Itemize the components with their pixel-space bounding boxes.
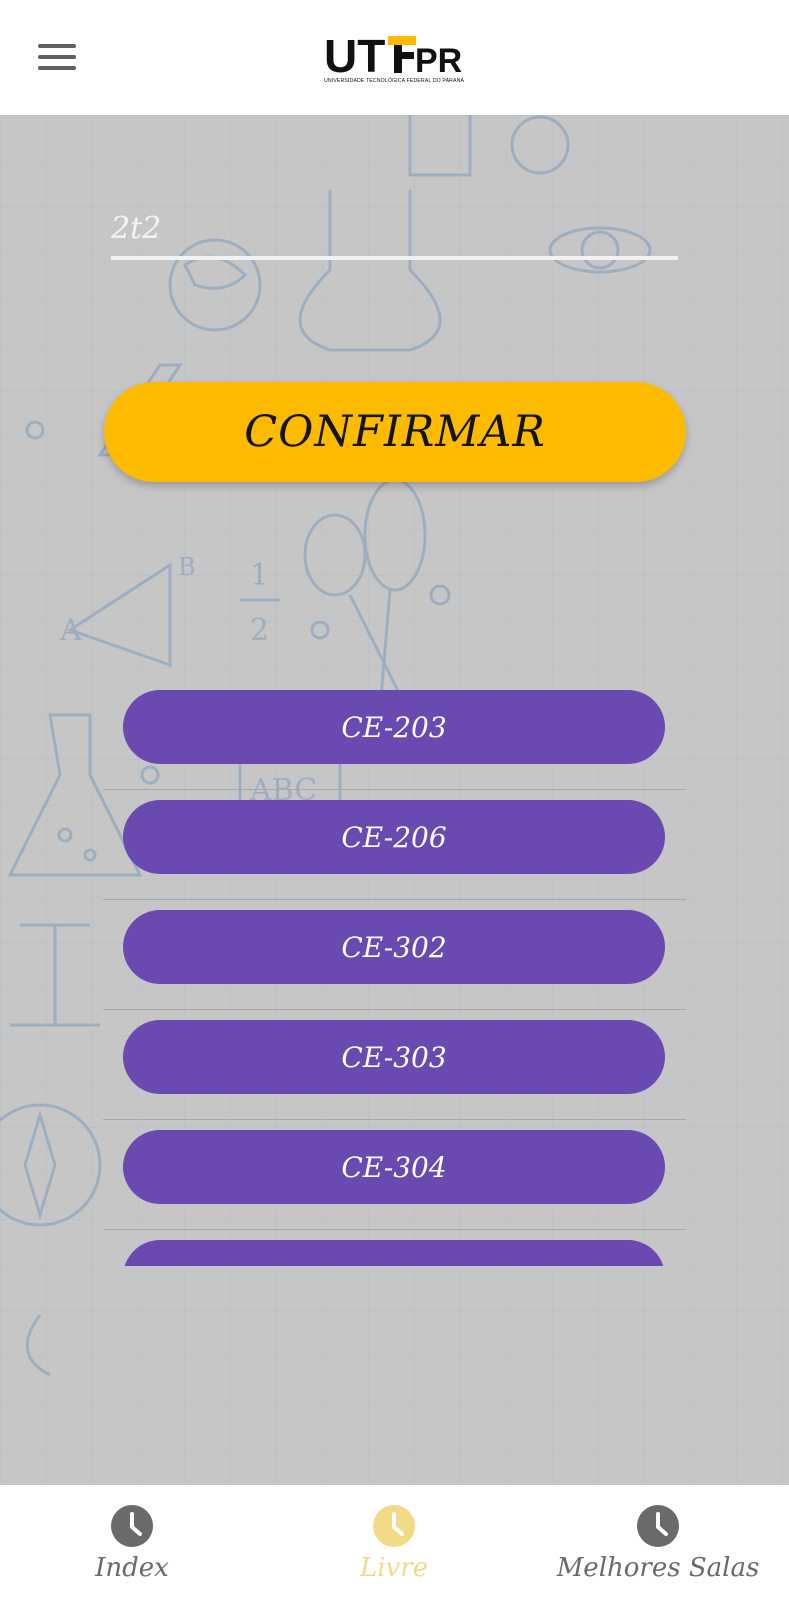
top-app-bar: UT PR UNIVERSIDADE TECNOLÓGICA FEDERAL D… [0,0,789,115]
logo-f-stem [394,45,402,73]
room-list[interactable]: CE-203 CE-206 CE-302 CE-303 CE-304 CE-30… [103,680,686,1266]
room-button-ce-303[interactable]: CE-303 [123,1020,665,1094]
room-button-ce-206[interactable]: CE-206 [123,800,665,874]
room-button-ce-304[interactable]: CE-304 [123,1130,665,1204]
logo-f-bar [402,52,414,59]
bottom-navigation: Index Livre Melhores Salas [0,1485,789,1600]
nav-index[interactable]: Index [60,1485,204,1600]
logo-subtitle: UNIVERSIDADE TECNOLÓGICA FEDERAL DO PARA… [324,77,465,84]
clock-icon [373,1505,415,1547]
room-button-ce-203[interactable]: CE-203 [123,690,665,764]
app-screen: UT PR UNIVERSIDADE TECNOLÓGICA FEDERAL D… [0,0,789,1600]
hamburger-menu-icon-line [38,55,76,59]
room-search-field [111,200,678,266]
logo-wordmark-pr: PR [415,42,462,80]
list-item: CE-302 [103,900,686,1010]
list-item: CE-304 [103,1120,686,1230]
nav-melhores-salas-label: Melhores Salas [556,1553,760,1583]
list-item: CE-206 [103,790,686,900]
room-button-ce-302[interactable]: CE-302 [123,910,665,984]
logo-yellow-bar [388,36,416,45]
nav-index-label: Index [95,1553,169,1583]
hamburger-menu-icon-line [38,66,76,70]
list-item: CE-203 [103,680,686,790]
clock-icon [111,1505,153,1547]
utfpr-logo: UT PR UNIVERSIDADE TECNOLÓGICA FEDERAL D… [324,30,465,84]
list-item: CE-303 [103,1010,686,1120]
list-item: CE-305 [103,1230,686,1266]
confirm-button[interactable]: CONFIRMAR [104,382,686,482]
logo-wordmark-ut: UT [324,30,385,82]
nav-livre-label: Livre [359,1553,429,1583]
hamburger-menu-icon [38,44,76,48]
clock-icon [637,1505,679,1547]
room-search-input[interactable] [111,200,678,260]
nav-melhores-salas[interactable]: Melhores Salas [556,1485,760,1600]
nav-livre[interactable]: Livre [322,1485,466,1600]
menu-button[interactable] [34,40,80,74]
content-area: CONFIRMAR CE-203 CE-206 CE-302 CE-303 CE… [0,0,789,1600]
room-button-ce-305[interactable]: CE-305 [123,1240,665,1266]
